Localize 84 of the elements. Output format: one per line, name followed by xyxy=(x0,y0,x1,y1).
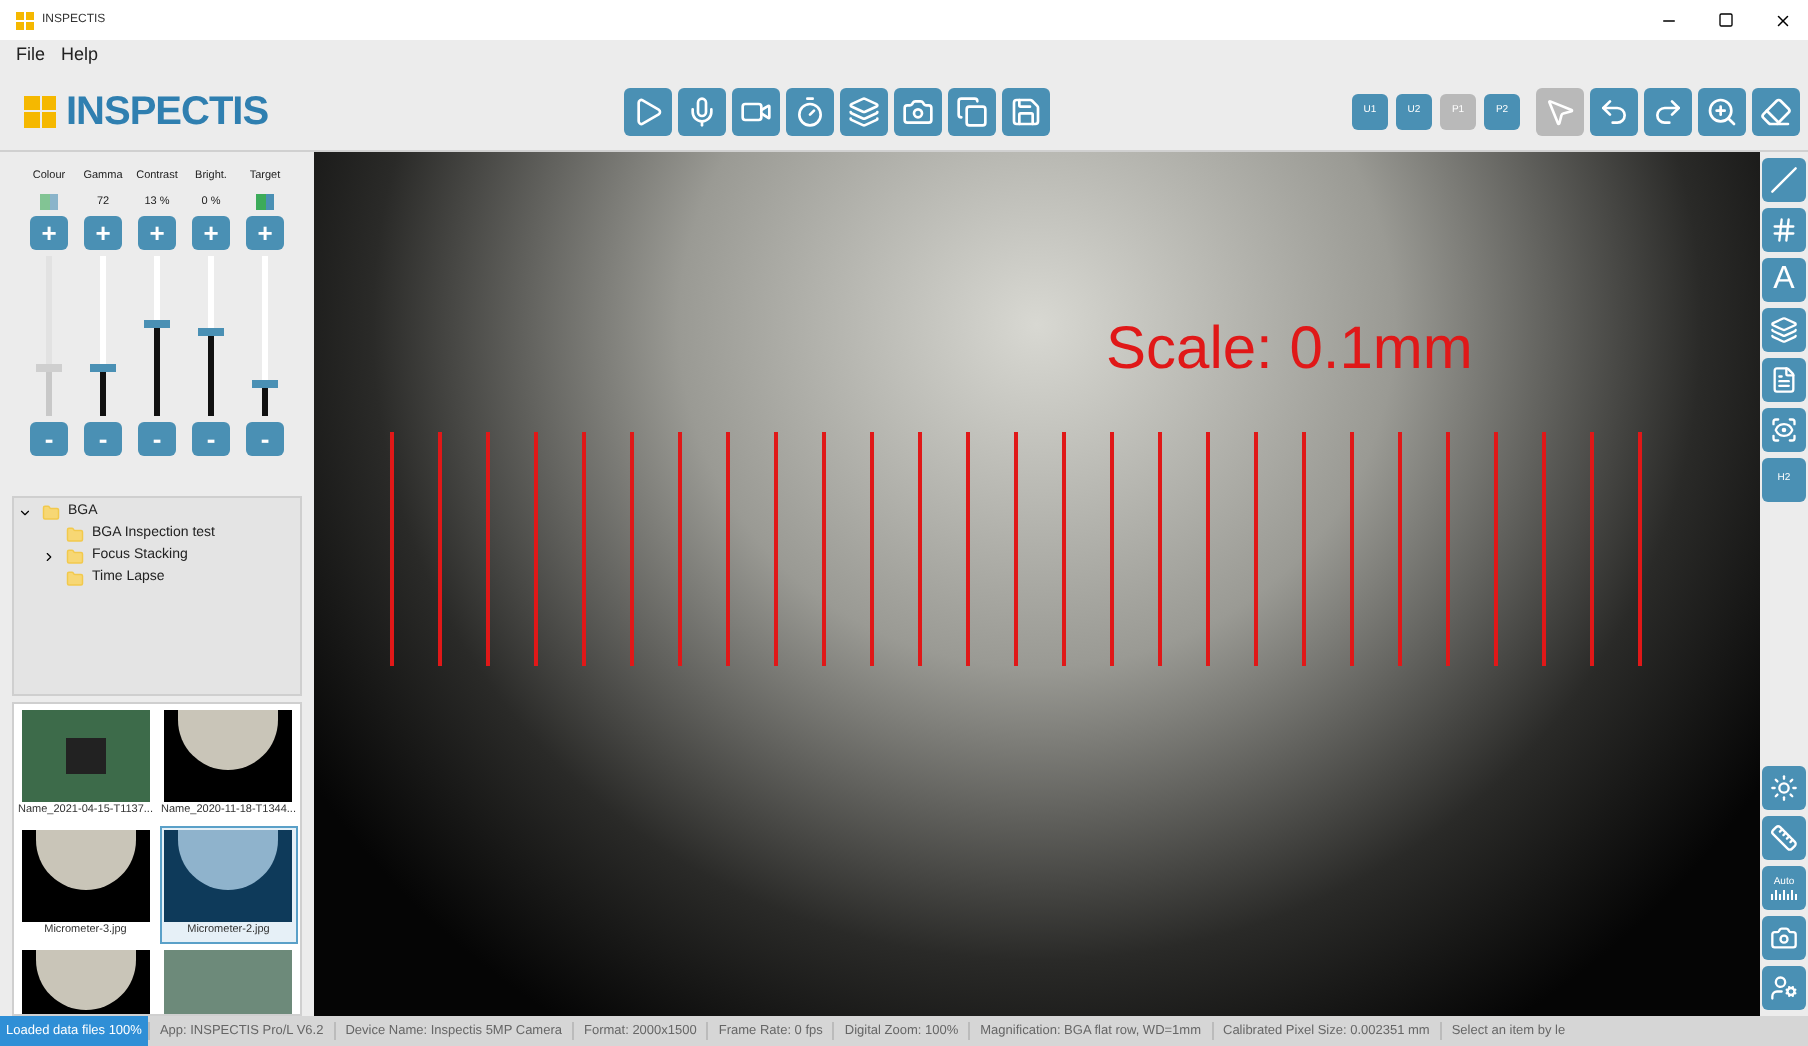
toolbar-button[interactable] xyxy=(1002,87,1050,135)
slider-track[interactable] xyxy=(198,252,224,420)
toolbar-button[interactable] xyxy=(894,87,942,135)
increase-button[interactable]: + xyxy=(30,216,68,250)
zoom-icon xyxy=(1706,95,1738,127)
expand-icon[interactable] xyxy=(42,550,56,564)
tool-button[interactable] xyxy=(1762,308,1806,352)
led-ring-photo xyxy=(164,950,293,1014)
slider-track[interactable] xyxy=(144,252,170,420)
decrease-button[interactable]: - xyxy=(192,422,230,456)
undo-icon xyxy=(1598,95,1630,127)
toolbar-button[interactable] xyxy=(786,87,834,135)
tool-button[interactable] xyxy=(1762,158,1806,202)
increase-button[interactable]: + xyxy=(246,216,284,250)
folder-icon xyxy=(66,570,84,588)
toolbar-button[interactable] xyxy=(1752,87,1800,135)
logo: INSPECTIS xyxy=(66,87,269,137)
slider-thumb[interactable] xyxy=(252,380,278,388)
dome-photo xyxy=(21,950,150,1014)
decrease-button[interactable]: - xyxy=(138,422,176,456)
line-icon xyxy=(1770,166,1798,194)
redo-icon xyxy=(1652,95,1684,127)
document-icon xyxy=(1770,366,1798,394)
decrease-button[interactable]: - xyxy=(246,422,284,456)
maximize-icon[interactable] xyxy=(1718,12,1734,28)
folder-icon xyxy=(42,504,60,522)
tool-button[interactable] xyxy=(1762,966,1806,1010)
toolbar-button[interactable] xyxy=(1590,87,1638,135)
slider-thumb[interactable] xyxy=(90,364,116,372)
tool-button[interactable] xyxy=(1762,208,1806,252)
focus-icon xyxy=(1770,416,1798,444)
slider-track[interactable] xyxy=(36,252,62,420)
tool-button[interactable] xyxy=(1762,766,1806,810)
decrease-button[interactable]: - xyxy=(84,422,122,456)
user-gear-icon xyxy=(1770,974,1798,1002)
eraser-icon xyxy=(1760,95,1792,127)
tool-button[interactable] xyxy=(1762,358,1806,402)
decrease-button[interactable]: - xyxy=(30,422,68,456)
tool-button[interactable] xyxy=(1762,816,1806,860)
save-icon xyxy=(1010,95,1042,127)
logo-icon xyxy=(24,95,56,127)
tool-button[interactable] xyxy=(1762,408,1806,452)
ruler-icon xyxy=(1770,824,1798,852)
toolbar-button[interactable] xyxy=(948,87,996,135)
dome-photo xyxy=(164,830,293,922)
expand-icon[interactable] xyxy=(18,506,32,520)
increase-button[interactable]: + xyxy=(84,216,122,250)
layers-icon xyxy=(1770,316,1798,344)
toggle-switch[interactable] xyxy=(256,194,274,210)
increase-button[interactable]: + xyxy=(192,216,230,250)
circuit-board-photo xyxy=(21,710,150,802)
toolbar-button[interactable] xyxy=(1698,87,1746,135)
slider-track[interactable] xyxy=(252,252,278,420)
toolbar-button[interactable] xyxy=(1644,87,1692,135)
slider-thumb[interactable] xyxy=(198,328,224,337)
timer-icon xyxy=(794,95,826,127)
app-logo-icon xyxy=(16,11,34,29)
dome-photo xyxy=(21,830,150,922)
play-icon xyxy=(632,95,664,127)
toolbar-button[interactable] xyxy=(624,87,672,135)
folder-icon xyxy=(66,548,84,566)
toolbar-button[interactable] xyxy=(840,87,888,135)
grid-icon xyxy=(1770,216,1798,244)
folder-icon xyxy=(66,526,84,544)
slider-track[interactable] xyxy=(90,252,116,420)
menu-item[interactable]: File xyxy=(16,42,46,70)
menu-item[interactable]: Help xyxy=(61,42,99,70)
pointer-icon xyxy=(1544,95,1576,127)
tool-button[interactable]: A xyxy=(1762,258,1806,302)
bars-icon xyxy=(1770,888,1798,900)
dome-photo xyxy=(164,710,293,802)
increase-button[interactable]: + xyxy=(138,216,176,250)
close-icon[interactable] xyxy=(1774,11,1792,29)
tool-button[interactable] xyxy=(1762,916,1806,960)
toolbar-button[interactable] xyxy=(678,87,726,135)
copy-icon xyxy=(956,95,988,127)
toolbar-button[interactable] xyxy=(732,87,780,135)
camera-icon xyxy=(1770,924,1798,952)
scale-label: Scale: 0.1mm xyxy=(1106,314,1473,386)
slider-thumb[interactable] xyxy=(144,319,170,328)
stack-icon xyxy=(848,95,880,127)
light-icon xyxy=(1770,774,1798,802)
camera-icon xyxy=(902,95,934,127)
microphone-icon xyxy=(686,95,718,127)
